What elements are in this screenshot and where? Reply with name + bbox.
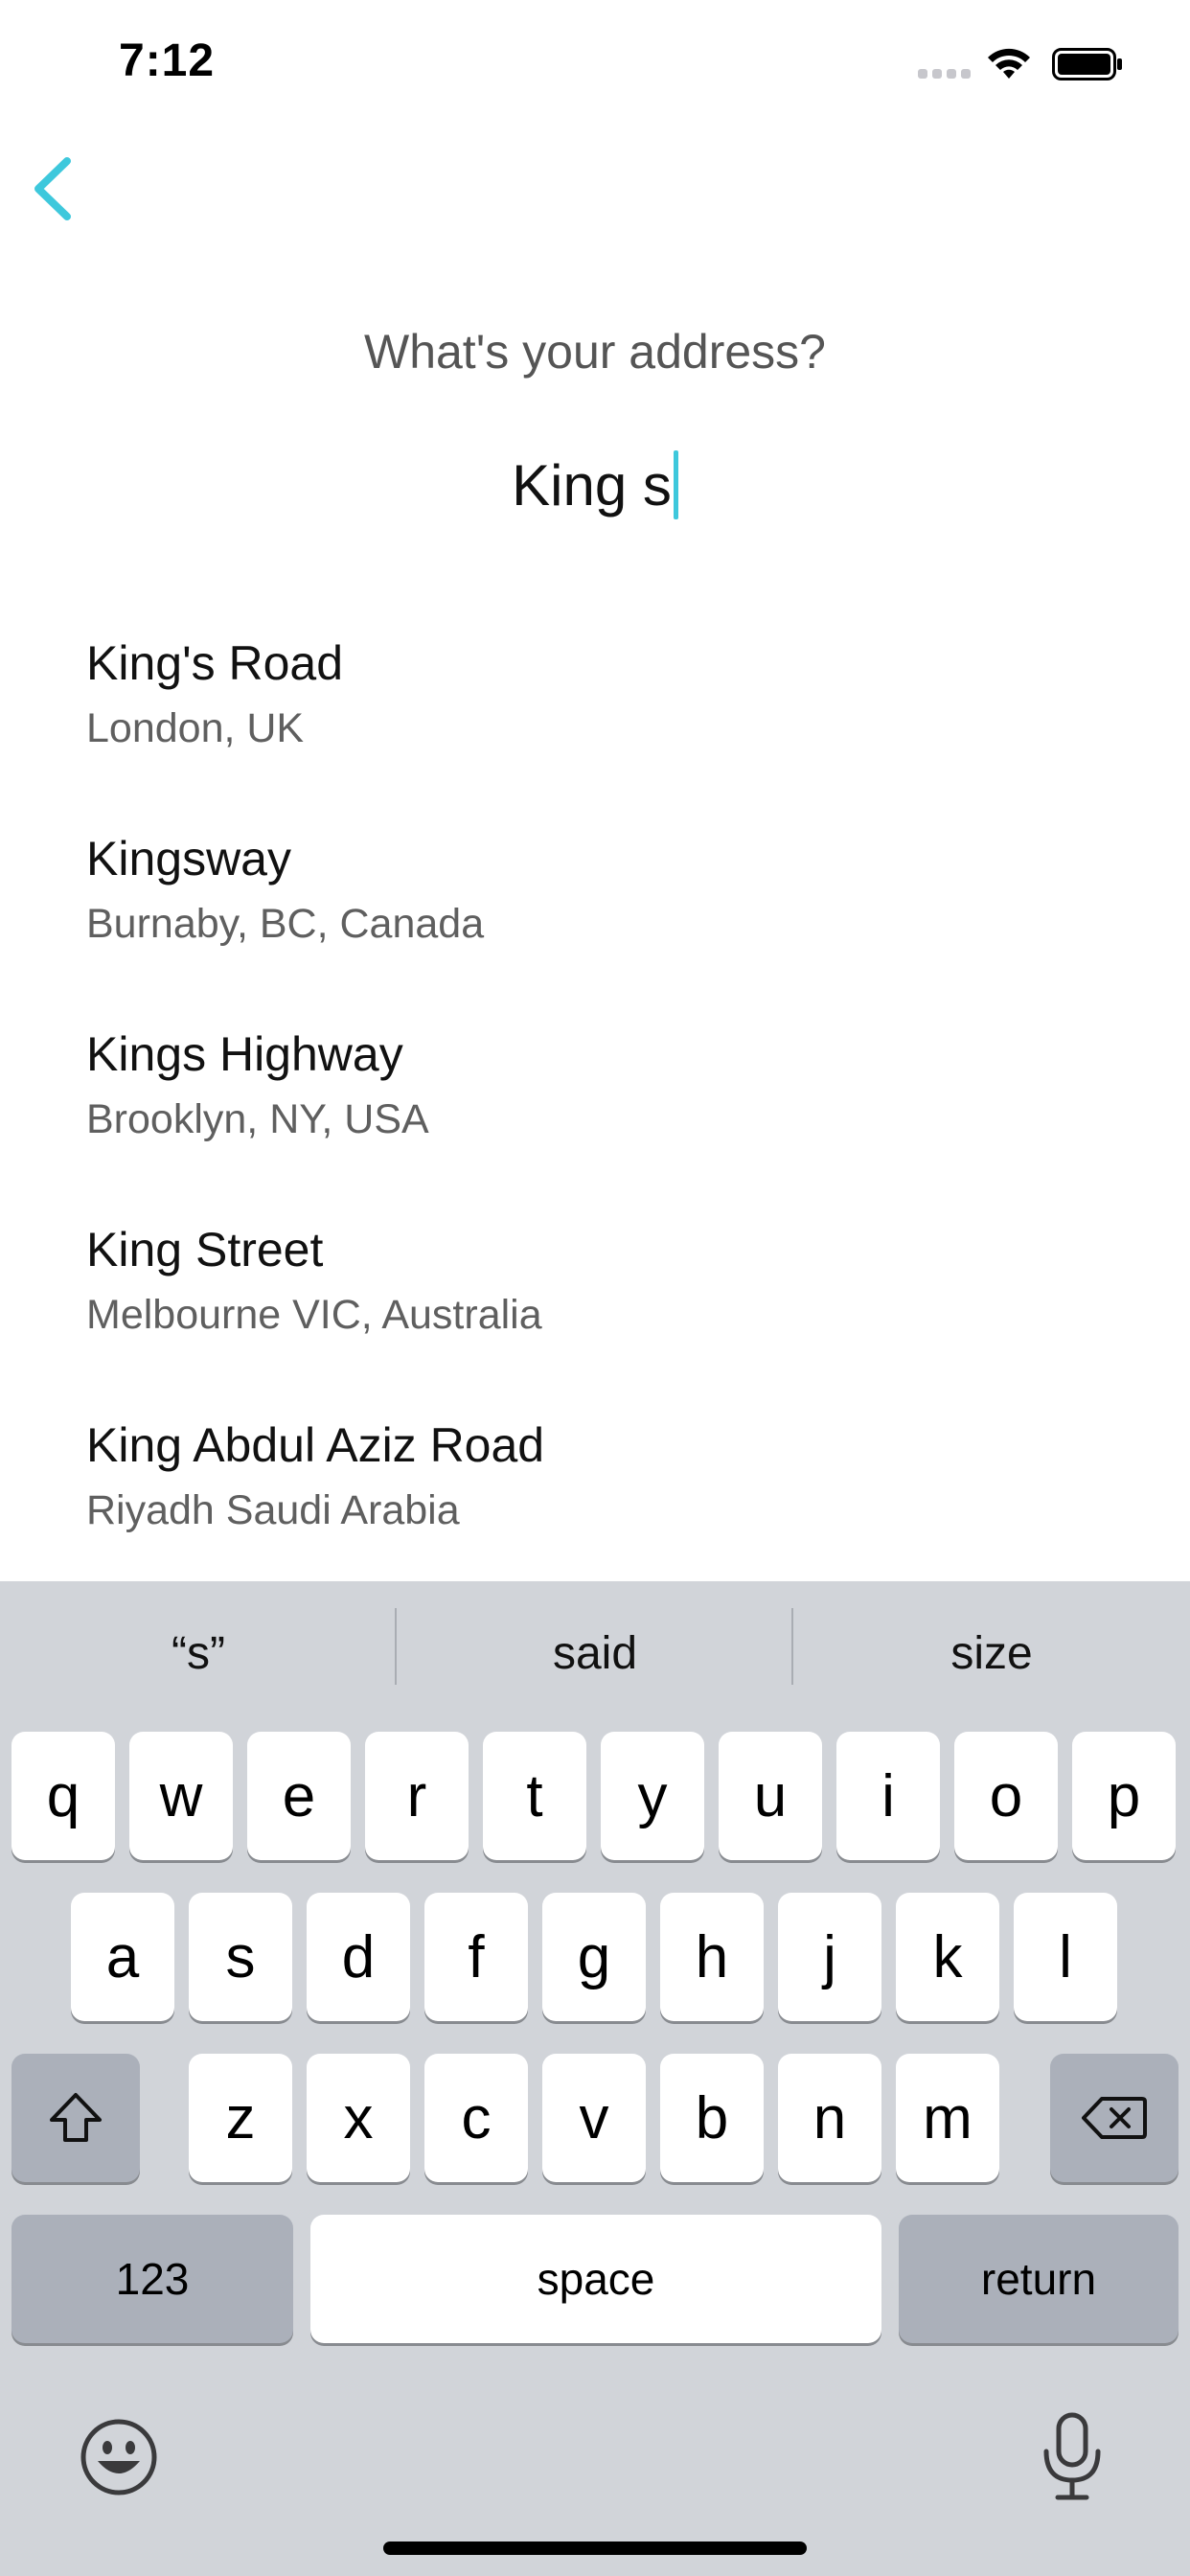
space-key[interactable]: space: [310, 2215, 881, 2343]
result-subtitle: London, UK: [86, 705, 305, 751]
key-g[interactable]: g: [542, 1893, 646, 2021]
text-caret: [673, 450, 678, 519]
result-subtitle: Riyadh Saudi Arabia: [86, 1487, 460, 1533]
keyboard-row-3: z x c v b n m: [0, 2054, 1190, 2188]
key-j[interactable]: j: [778, 1893, 881, 2021]
microphone-icon[interactable]: [1039, 2411, 1106, 2503]
keyboard-row-1: q w e r t y u i o p: [0, 1732, 1190, 1866]
wifi-icon: [988, 48, 1030, 79]
keyboard-row-4: 123 space return: [0, 2215, 1190, 2349]
result-title: Kings Highway: [86, 1027, 403, 1081]
key-i[interactable]: i: [836, 1732, 940, 1860]
key-v[interactable]: v: [542, 2054, 646, 2182]
key-r[interactable]: r: [365, 1732, 469, 1860]
key-y[interactable]: y: [601, 1732, 704, 1860]
list-item[interactable]: Kingsway Burnaby, BC, Canada: [86, 830, 1140, 949]
result-title: King Abdul Aziz Road: [86, 1418, 545, 1472]
result-subtitle: Melbourne VIC, Australia: [86, 1292, 542, 1338]
battery-icon: [1052, 48, 1122, 80]
key-z[interactable]: z: [189, 2054, 292, 2182]
key-x[interactable]: x: [307, 2054, 410, 2182]
key-w[interactable]: w: [129, 1732, 233, 1860]
result-title: King Street: [86, 1223, 324, 1276]
delete-icon: [1082, 2097, 1147, 2139]
key-e[interactable]: e: [247, 1732, 351, 1860]
key-c[interactable]: c: [424, 2054, 528, 2182]
shift-key[interactable]: [11, 2054, 140, 2182]
list-item[interactable]: King Street Melbourne VIC, Australia: [86, 1221, 1140, 1340]
key-b[interactable]: b: [660, 2054, 764, 2182]
key-o[interactable]: o: [954, 1732, 1058, 1860]
signal-icon: [918, 69, 972, 79]
numbers-key[interactable]: 123: [11, 2215, 293, 2343]
list-item[interactable]: King's Road London, UK: [86, 634, 1140, 753]
key-u[interactable]: u: [719, 1732, 822, 1860]
key-s[interactable]: s: [189, 1893, 292, 2021]
address-input-value: King s: [512, 452, 672, 518]
result-title: Kingsway: [86, 832, 291, 886]
key-f[interactable]: f: [424, 1893, 528, 2021]
suggestion-3[interactable]: size: [793, 1581, 1190, 1725]
result-title: King's Road: [86, 636, 344, 690]
keyboard: “s” said size q w e r t y u i o p a s d …: [0, 1581, 1190, 2576]
delete-key[interactable]: [1050, 2054, 1179, 2182]
shift-icon: [50, 2093, 102, 2142]
key-p[interactable]: p: [1072, 1732, 1176, 1860]
key-l[interactable]: l: [1014, 1893, 1117, 2021]
home-indicator: [383, 2542, 807, 2555]
suggestion-2[interactable]: said: [397, 1581, 793, 1725]
return-key[interactable]: return: [899, 2215, 1179, 2343]
back-chevron-icon[interactable]: [25, 153, 86, 224]
key-a[interactable]: a: [71, 1893, 174, 2021]
page-title: What's your address?: [364, 325, 826, 379]
key-m[interactable]: m: [896, 2054, 999, 2182]
result-subtitle: Burnaby, BC, Canada: [86, 901, 485, 947]
key-n[interactable]: n: [778, 2054, 881, 2182]
key-q[interactable]: q: [11, 1732, 115, 1860]
result-subtitle: Brooklyn, NY, USA: [86, 1096, 429, 1142]
key-k[interactable]: k: [896, 1893, 999, 2021]
key-h[interactable]: h: [660, 1893, 764, 2021]
key-d[interactable]: d: [307, 1893, 410, 2021]
list-item[interactable]: Kings Highway Brooklyn, NY, USA: [86, 1025, 1140, 1144]
key-t[interactable]: t: [483, 1732, 586, 1860]
list-item[interactable]: King Abdul Aziz Road Riyadh Saudi Arabia: [86, 1416, 1140, 1535]
address-input[interactable]: King s: [0, 450, 1190, 519]
keyboard-row-2: a s d f g h j k l: [0, 1893, 1190, 2027]
emoji-icon[interactable]: [79, 2417, 159, 2497]
status-time: 7:12: [119, 35, 216, 86]
suggestion-1[interactable]: “s”: [0, 1581, 397, 1725]
